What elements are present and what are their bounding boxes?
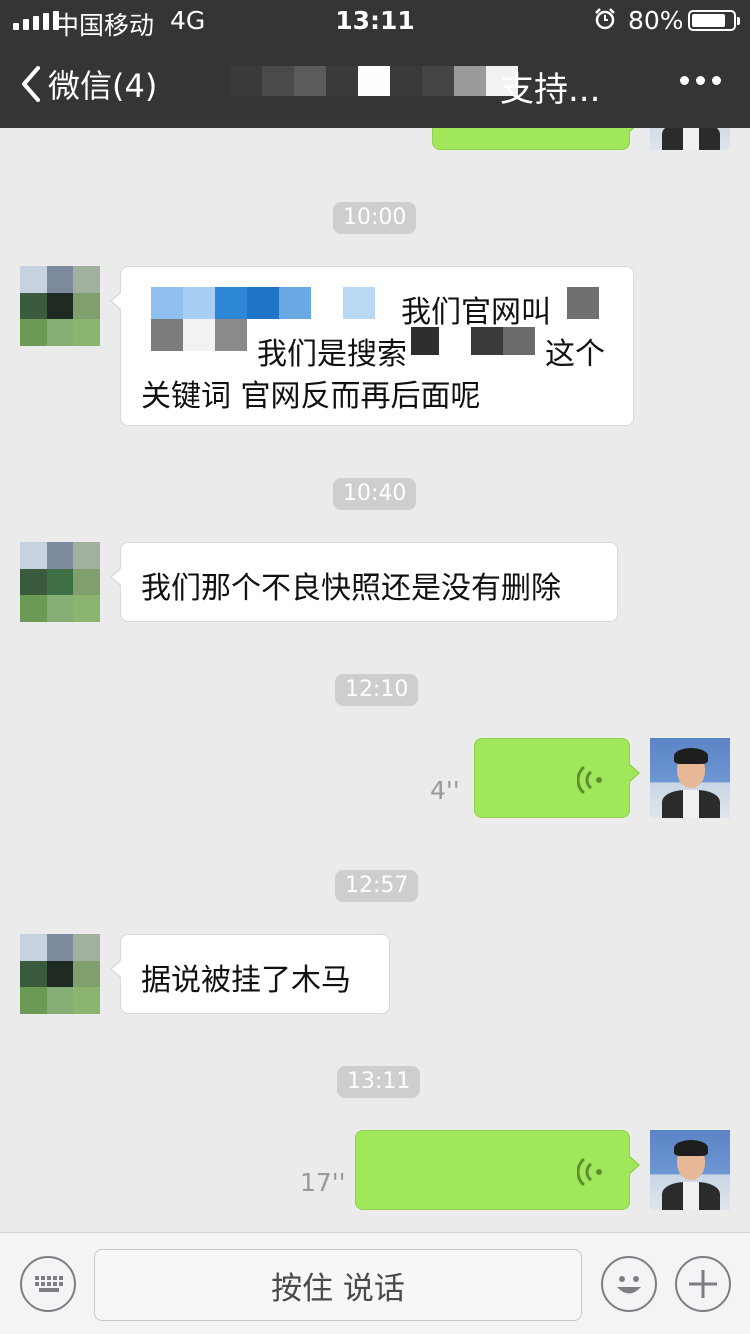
back-arrow-icon	[22, 66, 40, 102]
battery-percent: 80%	[628, 6, 684, 35]
contact-avatar[interactable]	[20, 934, 100, 1014]
status-bar: 中国移动 4G 13:11 80%	[0, 0, 750, 40]
message-bubble[interactable]: 据说被挂了木马	[110, 934, 390, 1014]
previous-message-bubble[interactable]	[432, 128, 640, 150]
battery-icon	[688, 10, 740, 31]
message-text: 我们那个不良快照还是没有删除	[141, 571, 561, 606]
timestamp-label: 10:00	[333, 202, 417, 234]
navigation-header: 中国移动 4G 13:11 80% 微信(4) 支持...	[0, 0, 750, 128]
emoji-icon	[617, 1276, 641, 1294]
plus-icon	[689, 1270, 717, 1298]
my-avatar[interactable]	[650, 1130, 730, 1210]
hold-to-talk-button[interactable]: 按住 说话	[94, 1249, 582, 1321]
message-bubble[interactable]: 我们那个不良快照还是没有删除	[110, 542, 618, 622]
voice-message-bubble[interactable]	[474, 738, 640, 818]
chat-message-list[interactable]: 10:00 我们官网叫 我们是搜索 这个 关键词 官网反而再后面呢 10:40	[0, 128, 750, 1232]
back-button[interactable]: 微信(4)	[18, 62, 157, 106]
contact-avatar[interactable]	[20, 542, 100, 622]
back-label: 微信(4)	[48, 67, 158, 105]
timestamp-label: 12:10	[335, 674, 419, 706]
message-bubble[interactable]: 我们官网叫 我们是搜索 这个 关键词 官网反而再后面呢	[110, 266, 634, 426]
message-text-line: 这个	[545, 337, 605, 372]
chat-title: 支持...	[500, 70, 601, 110]
message-text-line: 我们是搜索	[257, 337, 407, 372]
timestamp-label: 10:40	[333, 478, 417, 510]
keyboard-toggle-button[interactable]	[20, 1256, 76, 1312]
keyboard-icon	[35, 1276, 63, 1292]
emoji-button[interactable]	[601, 1256, 657, 1312]
alarm-icon	[595, 8, 615, 30]
message-text-line: 关键词 官网反而再后面呢	[141, 379, 481, 414]
voice-icon	[577, 765, 602, 795]
message-text: 据说被挂了木马	[141, 963, 351, 998]
voice-message-bubble[interactable]	[355, 1130, 640, 1210]
timestamp-label: 13:11	[337, 1066, 421, 1098]
my-avatar[interactable]	[650, 128, 730, 150]
timestamp-label: 12:57	[335, 870, 419, 902]
censored-title-mosaic	[230, 66, 518, 96]
contact-avatar[interactable]	[20, 266, 100, 346]
more-icon	[680, 76, 689, 85]
message-text-line: 我们官网叫	[401, 295, 551, 330]
my-avatar[interactable]	[650, 738, 730, 818]
voice-duration: 4''	[430, 776, 460, 805]
input-toolbar: 按住 说话	[0, 1232, 750, 1334]
more-functions-button[interactable]	[675, 1256, 731, 1312]
voice-duration: 17''	[300, 1168, 346, 1197]
more-button[interactable]	[680, 76, 721, 85]
voice-icon	[577, 1157, 602, 1187]
